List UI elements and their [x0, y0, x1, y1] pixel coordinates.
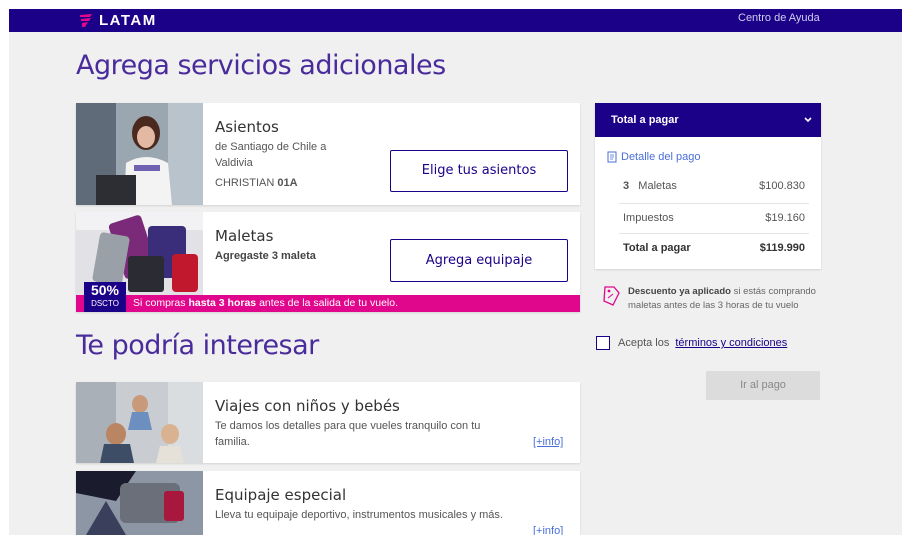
help-center-link[interactable]: Centro de Ayuda	[738, 12, 820, 24]
interest-card-special-luggage[interactable]: Equipaje especial Lleva tu equipaje depo…	[76, 471, 580, 535]
interest-title-children: Viajes con niños y bebés	[215, 397, 400, 415]
summary-divider	[619, 233, 809, 234]
summary-header[interactable]: Total a pagar	[595, 103, 821, 137]
page-title: Agrega servicios adicionales	[76, 50, 446, 81]
latam-logo-icon	[80, 14, 92, 27]
bags-card: Maletas Agregaste 3 maleta Agrega equipa…	[76, 212, 580, 312]
bags-title: Maletas	[215, 227, 274, 245]
more-info-link-children[interactable]: [+info]	[533, 436, 563, 448]
seats-passenger: CHRISTIAN 01A	[215, 175, 298, 191]
seats-title: Asientos	[215, 118, 279, 136]
terms-row: Acepta los términos y condiciones	[596, 336, 787, 350]
interest-desc-children: Te damos los detalles para que vueles tr…	[215, 420, 481, 448]
total-label: Total a pagar	[623, 242, 691, 254]
bags-qty: 3	[623, 180, 630, 192]
summary-row-taxes: Impuestos $19.160	[623, 212, 805, 224]
seats-image	[76, 103, 203, 205]
terms-prefix: Acepta los	[618, 337, 670, 349]
discount-badge: 50% DSCTO	[84, 282, 126, 312]
seat-number: 01A	[277, 177, 298, 189]
interest-title-special: Equipaje especial	[215, 486, 347, 504]
discount-label: DSCTO	[91, 299, 119, 308]
payment-summary: Total a pagar Detalle del pago 3 Maletas…	[595, 103, 821, 269]
latam-logo[interactable]: LATAM	[79, 10, 157, 31]
family-image	[76, 382, 203, 463]
detail-link-text: Detalle del pago	[621, 151, 701, 163]
discount-note-bold: Descuento ya aplicado	[628, 286, 731, 297]
bags-amount: $100.830	[759, 180, 805, 192]
promo-bold: hasta 3 horas	[188, 297, 257, 309]
seats-card: Asientos de Santiago de Chile a Valdivia…	[76, 103, 580, 205]
summary-divider	[619, 203, 809, 204]
more-info-link-special[interactable]: [+info]	[533, 525, 563, 535]
bags-row-label: 3 Maletas	[623, 180, 677, 192]
interest-title: Te podría interesar	[76, 330, 319, 361]
terms-link[interactable]: términos y condiciones	[675, 337, 787, 349]
summary-row-bags: 3 Maletas $100.830	[623, 180, 805, 192]
taxes-label: Impuestos	[623, 212, 674, 224]
interest-desc-special: Lleva tu equipaje deportivo, instrumento…	[215, 509, 503, 521]
promo-banner: Si compras hasta 3 horas antes de la sal…	[76, 295, 580, 312]
bags-added-count: Agregaste 3 maleta	[215, 250, 316, 262]
terms-checkbox[interactable]	[596, 336, 610, 350]
promo-post: antes de la salida de tu vuelo.	[259, 297, 398, 309]
seats-route: de Santiago de Chile a Valdivia	[215, 141, 327, 169]
interest-card-children[interactable]: Viajes con niños y bebés Te damos los de…	[76, 382, 580, 463]
summary-header-title: Total a pagar	[611, 114, 679, 126]
taxes-amount: $19.160	[765, 212, 805, 224]
total-amount: $119.990	[759, 242, 805, 254]
discount-note: Descuento ya aplicado si estás comprando…	[628, 285, 823, 313]
passenger-name: CHRISTIAN	[215, 177, 275, 189]
chevron-down-icon[interactable]	[803, 103, 813, 137]
special-luggage-image	[76, 471, 203, 535]
receipt-icon	[607, 151, 617, 163]
discount-tag-icon	[601, 285, 621, 312]
go-to-payment-button[interactable]: Ir al pago	[706, 371, 820, 400]
logo-text: LATAM	[99, 12, 157, 29]
summary-row-total: Total a pagar $119.990	[623, 242, 805, 254]
discount-percent: 50%	[90, 282, 120, 298]
bags-label: Maletas	[638, 180, 677, 192]
top-bar: LATAM Centro de Ayuda	[9, 9, 902, 32]
promo-pre: Si compras	[133, 297, 186, 309]
payment-detail-link[interactable]: Detalle del pago	[607, 151, 701, 163]
choose-seats-button[interactable]: Elige tus asientos	[390, 150, 568, 192]
add-luggage-button[interactable]: Agrega equipaje	[390, 239, 568, 282]
